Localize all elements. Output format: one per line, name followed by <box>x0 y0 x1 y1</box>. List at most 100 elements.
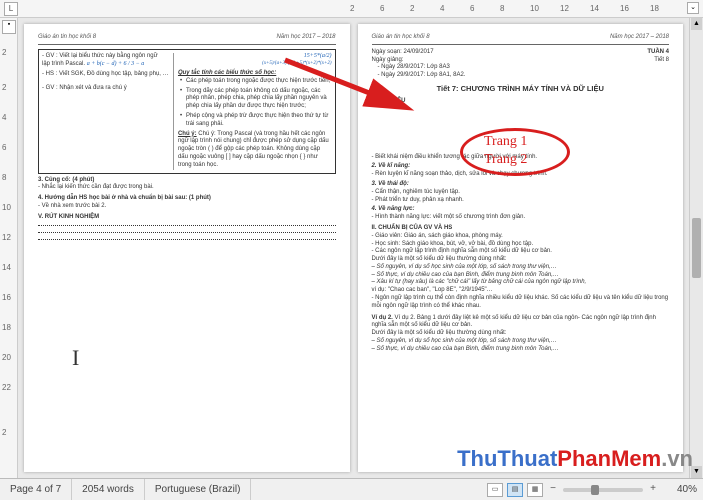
view-web-button[interactable]: ▦ <box>527 483 543 497</box>
view-print-button[interactable]: ▤ <box>507 483 523 497</box>
header-right: Năm học 2017 – 2018 <box>610 34 669 42</box>
ruler-number: 4 <box>440 4 444 13</box>
text-line: ví dụ: "Chao cac ban", "Lop 8E", "2/9/19… <box>372 287 670 295</box>
note-line: Chú ý: Chú ý: Trong Pascal (và trong hầu… <box>178 131 332 170</box>
week-label: TUẦN 4 <box>647 49 669 57</box>
section-heading: 4. Hướng dẫn HS học bài ở nhà và chuẩn b… <box>38 195 336 203</box>
vertical-ruler: ▪ 2 2 4 6 8 10 12 14 16 18 20 22 2 <box>0 18 18 478</box>
subtitle: Quy tắc tính các biểu thức số học: <box>178 70 332 78</box>
text-line: - GV : Viết lại biểu thức này bằng ngôn … <box>42 53 170 61</box>
ruler-number: 2 <box>410 4 414 13</box>
content-table: - GV : Viết lại biểu thức này bằng ngôn … <box>38 49 336 174</box>
sub-heading: 2. Về kĩ năng: <box>372 163 670 171</box>
ruler-number: 2 <box>2 428 6 437</box>
text-line: - Các ngôn ngữ lập trình định nghĩa sẵn … <box>372 248 670 256</box>
watermark-part: PhanMem <box>557 446 661 471</box>
text-line: - Ngôn ngữ lập trình cụ thể còn định ngh… <box>372 295 670 311</box>
status-bar: Page 4 of 7 2054 words Portuguese (Brazi… <box>0 478 703 500</box>
text-line: - Nhắc lại kiến thức cần đạt được trong … <box>38 184 336 192</box>
bullet-item: Phép cộng và phép trừ được thực hiện the… <box>178 113 332 129</box>
ruler-number: 8 <box>500 4 504 13</box>
text-line: Ví dụ 2. Ví dụ 2. Bảng 1 dưới đây liệt k… <box>372 315 670 331</box>
text-line: Dưới đây là một số kiểu dữ liệu thường d… <box>372 256 670 264</box>
ruler-number: 12 <box>2 233 11 242</box>
header-left: Giáo án tin học khối 8 <box>38 34 96 42</box>
vertical-scrollbar[interactable]: ▲ ▼ <box>689 18 703 478</box>
ruler-number: 18 <box>2 323 11 332</box>
zoom-slider[interactable] <box>563 488 643 492</box>
ruler-number: 4 <box>2 113 6 122</box>
scroll-thumb[interactable] <box>692 218 701 278</box>
ruler-number: 12 <box>560 4 569 13</box>
ruler-number: 6 <box>470 4 474 13</box>
zoom-in-button[interactable]: + <box>647 484 659 496</box>
text-line: – Xâu kí tự (hay xâu) là các "chữ cái" l… <box>372 279 670 287</box>
section-heading: V. RÚT KINH NGHIỆM <box>38 214 336 222</box>
status-language[interactable]: Portuguese (Brazil) <box>145 479 252 500</box>
ruler-number: 20 <box>2 353 11 362</box>
page-header: Giáo án tin học khối 8 Năm học 2017 – 20… <box>372 34 670 45</box>
text-line: – Số nguyên, ví dụ số học sinh của một l… <box>372 338 670 346</box>
text-line: - GV : Nhận xét và đưa ra chú ý <box>42 85 170 93</box>
ruler-expand-button[interactable]: ⌄ <box>687 2 699 14</box>
bullet-item: Trong dãy các phép toán không có dấu ngo… <box>178 88 332 111</box>
text-line: – Số nguyên, ví dụ số học sinh của một l… <box>372 264 670 272</box>
page-header: Giáo án tin học khối 8 Năm học 2017 – 20… <box>38 34 336 45</box>
status-page[interactable]: Page 4 of 7 <box>0 479 72 500</box>
text-line: - HS : Viết SGK, Đồ dùng học tập, bảng p… <box>42 71 170 79</box>
text-line: Ngày soạn: 24/09/2017 <box>372 49 466 57</box>
ruler-number: 10 <box>530 4 539 13</box>
text-line: – Số thực, ví dụ chiều cao của bạn Bình,… <box>372 346 670 354</box>
view-read-button[interactable]: ▭ <box>487 483 503 497</box>
document-workspace[interactable]: Giáo án tin học khối 8 Năm học 2017 – 20… <box>18 18 689 478</box>
watermark-part: ThuThuat <box>457 446 557 471</box>
text-line: - Ngày 29/9/2017: Lớp 8A1, 8A2. <box>372 72 466 80</box>
page-right[interactable]: Giáo án tin học khối 8 Năm học 2017 – 20… <box>358 24 684 472</box>
text-line: - Hình thành năng lực: viết một số chươn… <box>372 214 670 222</box>
ruler-number: 2 <box>2 48 6 57</box>
zoom-level[interactable]: 40% <box>663 484 697 495</box>
ruler-number: 16 <box>2 293 11 302</box>
page-left[interactable]: Giáo án tin học khối 8 Năm học 2017 – 20… <box>24 24 350 472</box>
text-line: - Biết khái niệm điều khiển tương tác gi… <box>372 154 670 162</box>
status-wordcount[interactable]: 2054 words <box>72 479 145 500</box>
ruler-top-button[interactable]: ▪ <box>2 20 16 34</box>
table-right-col: 15+5*(a/2) (x+5)/(a+3)-y/(b+5)*(x+2)*(x+… <box>174 53 332 170</box>
zoom-out-button[interactable]: − <box>547 484 559 496</box>
ruler-number: 14 <box>2 263 11 272</box>
scroll-up-button[interactable]: ▲ <box>691 18 702 30</box>
lesson-title: Tiết 7: CHƯƠNG TRÌNH MÁY TÍNH VÀ DỮ LIỆU <box>372 84 670 94</box>
text-line: Ngày giảng: <box>372 57 466 65</box>
ruler-number: 14 <box>590 4 599 13</box>
ruler-corner-button[interactable]: L <box>4 2 18 16</box>
text-line: Dưới đây là một số kiểu dữ liệu thường d… <box>372 330 670 338</box>
sub-heading: 3. Về thái độ: <box>372 181 670 189</box>
section-heading: II. CHUẨN BỊ CỦA GV VÀ HS <box>372 225 670 233</box>
formula: (x+5)/(a+3)-y/(b+5)*(x+2)*(x+2) <box>178 61 332 68</box>
text-line: - Rèn luyện kĩ năng soạn thảo, dịch, sửa… <box>372 171 670 179</box>
header-right: Năm học 2017 – 2018 <box>276 34 335 42</box>
watermark-part: .vn <box>661 446 693 471</box>
text-line: - Cẩn thận, nghiêm túc luyện tập. <box>372 189 670 197</box>
sub-heading: 4. Về năng lực: <box>372 206 670 214</box>
ruler-number: 8 <box>2 173 6 182</box>
ruler-number: 2 <box>2 83 6 92</box>
watermark: ThuThuatPhanMem.vn <box>457 446 693 472</box>
text-line: - Về nhà xem trước bài 2. <box>38 203 336 211</box>
formula: 15+5*(a/2) <box>178 53 332 61</box>
table-left-col: - GV : Viết lại biểu thức này bằng ngôn … <box>42 53 174 170</box>
formula: a + b(c − d) + 6 / 3 − a <box>87 61 145 67</box>
horizontal-ruler: L 2 6 2 4 6 8 10 12 14 16 18 ⌄ <box>0 0 703 18</box>
ruler-number: 6 <box>2 143 6 152</box>
status-right-group: ▭ ▤ ▦ − + 40% <box>487 483 703 497</box>
text-line: - Giáo viên: Giáo án, sách giáo khoa, ph… <box>372 233 670 241</box>
text-line: Tiết 8 <box>647 57 669 65</box>
text-line: - Ngày 28/9/2017: Lớp 8A3 <box>372 64 466 72</box>
text-line: lập trình Pascal. a + b(c − d) + 6 / 3 −… <box>42 61 170 69</box>
header-left: Giáo án tin học khối 8 <box>372 34 430 42</box>
ruler-number: 18 <box>650 4 659 13</box>
section-heading: I. MỤC TIÊU <box>372 98 670 106</box>
ruler-number: 10 <box>2 203 11 212</box>
zoom-slider-thumb[interactable] <box>591 485 599 495</box>
text-line: - Phát triển tư duy, phản xạ nhanh. <box>372 197 670 205</box>
